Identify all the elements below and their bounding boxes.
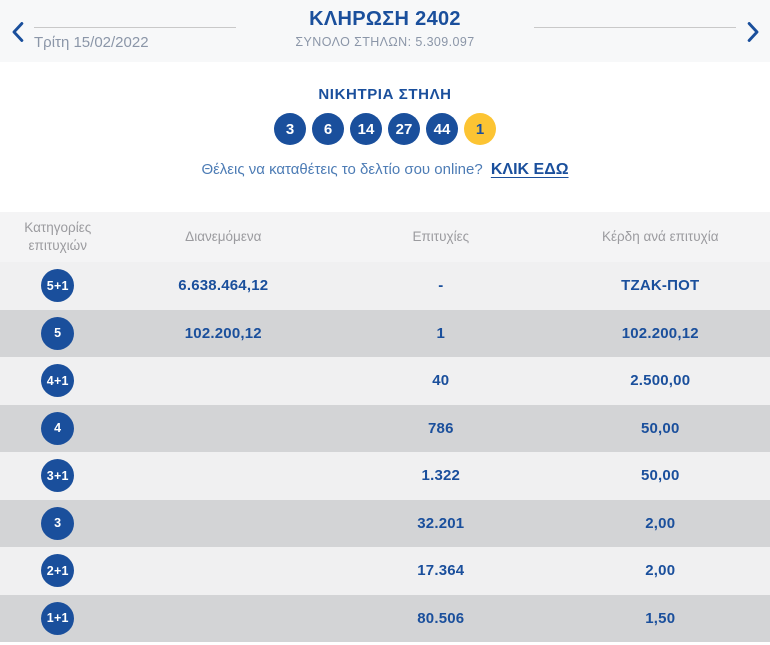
winning-column-title: ΝΙΚΗΤΡΙΑ ΣΤΗΛΗ: [0, 86, 770, 103]
draw-navigation: Τρίτη 15/02/2022 ΚΛΗΡΩΣΗ 2402 ΣΥΝΟΛΟ ΣΤΗ…: [0, 0, 770, 62]
winners-count: 786: [331, 420, 550, 437]
divider-left: [34, 27, 236, 28]
online-prompt: Θέλεις να καταθέτεις το δελτίο σου onlin…: [0, 161, 770, 179]
prize-per-winner: 50,00: [551, 420, 770, 437]
header-distributed: Διανεμόμενα: [116, 228, 332, 246]
category-badge: 5: [41, 317, 74, 350]
category-badge: 3: [41, 507, 74, 540]
category-badge: 1+1: [41, 602, 74, 635]
header-categories: Κατηγορίες επιτυχιών: [0, 219, 116, 255]
table-row: 4 78650,00: [0, 405, 770, 453]
nav-left-block: Τρίτη 15/02/2022: [34, 0, 236, 51]
prize-table-header: Κατηγορίες επιτυχιών Διανεμόμενα Επιτυχί…: [0, 212, 770, 262]
draw-date: Τρίτη 15/02/2022: [34, 34, 236, 51]
online-question-text: Θέλεις να καταθέτεις το δελτίο σου onlin…: [201, 161, 482, 178]
winning-numbers-section: ΝΙΚΗΤΡΙΑ ΣΤΗΛΗ 361427441 Θέλεις να καταθ…: [0, 62, 770, 212]
prize-per-winner: 1,50: [551, 610, 770, 627]
winning-number-ball: 14: [350, 113, 382, 145]
prize-per-winner: ΤΖΑΚ-ΠΟΤ: [551, 277, 770, 294]
table-row: 3+1 1.32250,00: [0, 452, 770, 500]
nav-right-block: [534, 0, 736, 28]
winning-number-ball: 6: [312, 113, 344, 145]
winners-count: 1: [331, 325, 550, 342]
prize-per-winner: 2.500,00: [551, 372, 770, 389]
nav-center-block: ΚΛΗΡΩΣΗ 2402 ΣΥΝΟΛΟ ΣΤΗΛΩΝ: 5.309.097: [236, 0, 534, 49]
category-badge: 4: [41, 412, 74, 445]
category-badge: 5+1: [41, 269, 74, 302]
winning-number-ball: 3: [274, 113, 306, 145]
winning-number-ball: 44: [426, 113, 458, 145]
table-row: 3 32.2012,00: [0, 500, 770, 548]
category-badge: 2+1: [41, 554, 74, 587]
header-prize-per-winner: Κέρδη ανά επιτυχία: [551, 228, 770, 246]
table-row: 5 102.200,121102.200,12: [0, 310, 770, 358]
prize-per-winner: 102.200,12: [551, 325, 770, 342]
prize-per-winner: 2,00: [551, 515, 770, 532]
divider-right: [534, 27, 736, 28]
draw-results-page: Τρίτη 15/02/2022 ΚΛΗΡΩΣΗ 2402 ΣΥΝΟΛΟ ΣΤΗ…: [0, 0, 770, 645]
distributed-amount: 6.638.464,12: [116, 277, 332, 294]
winners-count: 32.201: [331, 515, 550, 532]
prize-table-body: 5+1 6.638.464,12-ΤΖΑΚ-ΠΟΤ 5 102.200,121102.…: [0, 262, 770, 642]
table-row: 1+1 80.5061,50: [0, 595, 770, 643]
winners-count: 1.322: [331, 467, 550, 484]
distributed-amount: 102.200,12: [116, 325, 332, 342]
total-columns-label: ΣΥΝΟΛΟ ΣΤΗΛΩΝ: 5.309.097: [236, 35, 534, 49]
bonus-number-ball: 1: [464, 113, 496, 145]
draw-title: ΚΛΗΡΩΣΗ 2402: [236, 8, 534, 31]
winners-count: 17.364: [331, 562, 550, 579]
prize-per-winner: 2,00: [551, 562, 770, 579]
winners-count: 80.506: [331, 610, 550, 627]
chevron-left-icon: [10, 22, 25, 45]
winning-numbers: 361427441: [0, 113, 770, 145]
table-row: 4+1 402.500,00: [0, 357, 770, 405]
category-badge: 3+1: [41, 459, 74, 492]
table-row: 2+1 17.3642,00: [0, 547, 770, 595]
click-here-link[interactable]: ΚΛΙΚ ΕΔΩ: [491, 161, 569, 178]
category-badge: 4+1: [41, 364, 74, 397]
prize-per-winner: 50,00: [551, 467, 770, 484]
next-draw-button[interactable]: [736, 22, 770, 45]
prize-table: Κατηγορίες επιτυχιών Διανεμόμενα Επιτυχί…: [0, 212, 770, 642]
header-winners: Επιτυχίες: [331, 228, 550, 246]
table-row: 5+1 6.638.464,12-ΤΖΑΚ-ΠΟΤ: [0, 262, 770, 310]
winners-count: -: [331, 277, 550, 294]
winners-count: 40: [331, 372, 550, 389]
chevron-right-icon: [746, 22, 761, 45]
winning-number-ball: 27: [388, 113, 420, 145]
previous-draw-button[interactable]: [0, 22, 34, 45]
